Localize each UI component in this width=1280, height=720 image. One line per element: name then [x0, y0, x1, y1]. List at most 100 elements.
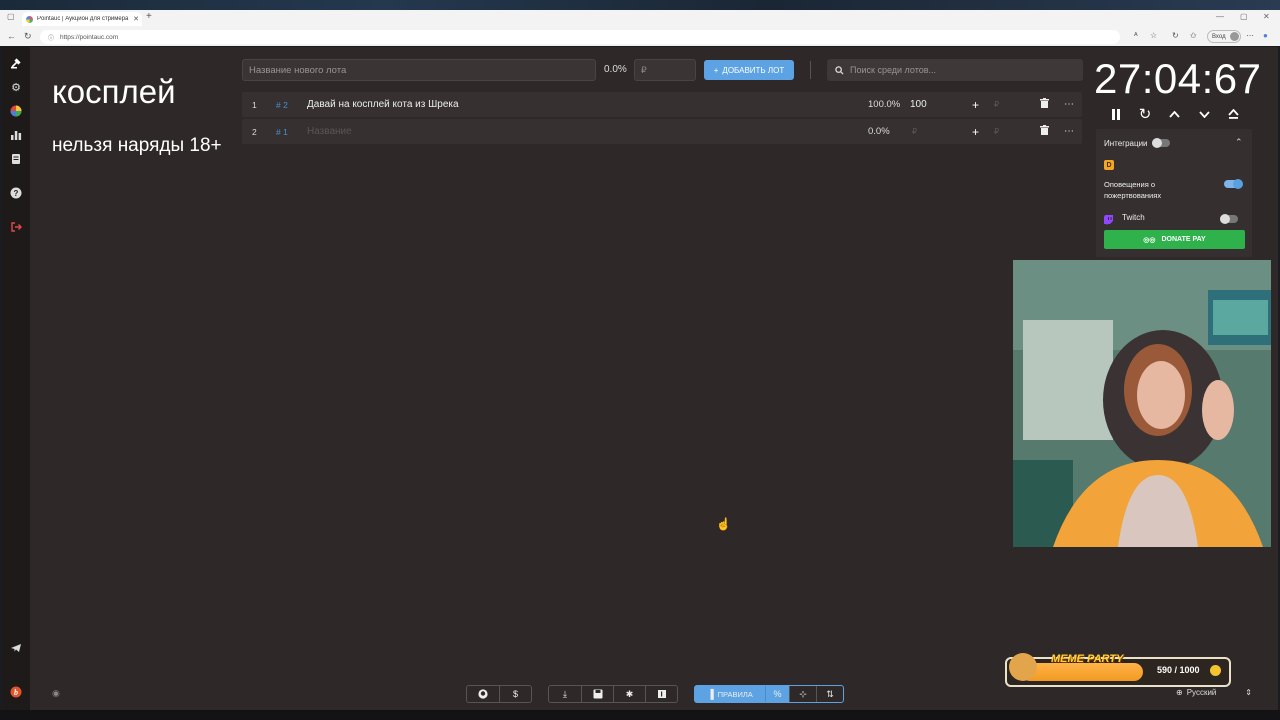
svg-text:b: b [14, 688, 18, 697]
plus-icon: + [713, 65, 719, 75]
history-icon [12, 154, 20, 164]
lot-extra-amount-input[interactable]: ₽ [994, 100, 999, 109]
telegram-icon [11, 644, 21, 652]
sidebar-item-telegram[interactable] [2, 639, 30, 657]
translate-icon[interactable]: ᴬ [1134, 31, 1138, 40]
address-bar[interactable]: ⓘ https://pointauc.com [40, 30, 1120, 44]
lot-amount[interactable]: 100 [910, 99, 927, 110]
twitch-label: Twitch [1122, 213, 1145, 222]
back-icon[interactable]: ← [7, 31, 16, 41]
lot-name-input[interactable]: Название [307, 126, 352, 137]
close-window-icon[interactable]: ✕ [1263, 12, 1270, 21]
lot-id[interactable]: # 1 [276, 127, 288, 137]
donatepay-logo-icon: ◎◎ [1143, 236, 1156, 244]
meme-party-label: MEME PARTY [1051, 653, 1124, 665]
percent-toggle-button[interactable]: % [765, 686, 789, 702]
donation-notify-toggle[interactable] [1224, 179, 1243, 189]
auction-icon [11, 58, 21, 69]
donate-button[interactable]: $ [499, 686, 531, 702]
browser-tab-title: Pointauc | Аукцион для стримера [37, 16, 129, 22]
footer-view-group: ▐ ПРАВИЛА % ⊹ ⇅ [694, 685, 844, 703]
globe-icon: ⊕ [1176, 687, 1183, 697]
integrations-toggle[interactable] [1152, 138, 1170, 148]
site-info-icon[interactable]: ⓘ [48, 33, 54, 42]
eye-icon[interactable]: ◉ [52, 688, 60, 699]
refresh-page-icon[interactable]: ↻ [1172, 31, 1179, 40]
language-select[interactable]: ⊕ Русский ⇕ [1172, 683, 1260, 701]
language-value: Русский [1186, 687, 1217, 697]
sort-button[interactable]: ⇅ [816, 686, 843, 702]
save-button[interactable] [581, 686, 613, 702]
new-lot-amount-input[interactable]: ₽ [634, 59, 696, 81]
pause-icon [1112, 108, 1120, 120]
pause-button[interactable] [1107, 105, 1125, 123]
compress-icon: ⊹ [799, 688, 807, 699]
add-lot-button[interactable]: + ДОБАВИТЬ ЛОТ [704, 60, 794, 80]
profile-button[interactable]: Вход [1207, 30, 1241, 43]
lot-amount-input[interactable]: ₽ [912, 127, 917, 136]
sidebar-item-stats[interactable] [2, 126, 30, 144]
sidebar-item-auction[interactable] [2, 54, 30, 72]
tab-actions-icon[interactable]: ▢ [7, 12, 15, 21]
browser-tab[interactable]: Pointauc | Аукцион для стримера ✕ [22, 12, 142, 26]
rules-label: ПРАВИЛА [717, 689, 753, 699]
copilot-icon[interactable]: ● [1263, 31, 1268, 40]
minimize-icon[interactable]: — [1216, 12, 1224, 21]
lot-percent: 100.0% [868, 99, 901, 110]
report-bug-button[interactable]: ✱ [613, 686, 645, 702]
subtract-time-button[interactable] [1195, 105, 1213, 123]
collapse-integrations-icon[interactable]: ⌃ [1235, 137, 1243, 148]
new-tab-icon[interactable]: + [146, 11, 152, 22]
favorite-star-icon[interactable]: ☆ [1150, 31, 1157, 40]
more-menu-icon[interactable]: ⋯ [1246, 31, 1254, 40]
mouse-cursor-icon: ☝ [716, 517, 731, 531]
close-tab-icon[interactable]: ✕ [133, 15, 139, 23]
lot-percent: 0.0% [868, 126, 890, 137]
coin-icon [1210, 665, 1221, 676]
lot-more-icon[interactable]: ⋯ [1064, 99, 1074, 110]
lot-extra-amount-input[interactable]: ₽ [994, 127, 999, 136]
twitch-toggle[interactable] [1220, 214, 1238, 224]
download-button[interactable]: ⤓ [549, 686, 581, 702]
clear-lots-button[interactable] [645, 686, 677, 702]
browser-tab-row: ▢ Pointauc | Аукцион для стримера ✕ + — … [0, 10, 1280, 26]
sidebar-item-settings[interactable]: ⚙ [2, 78, 30, 96]
bug-icon: ✱ [625, 688, 634, 699]
auction-subtitle: нельзя наряды 18+ [52, 135, 222, 156]
donate-pay-button[interactable]: ◎◎ DONATE PAY [1104, 230, 1245, 249]
new-lot-name-input[interactable]: Название нового лота [242, 59, 596, 81]
webcam-overlay [1013, 260, 1271, 547]
sidebar-item-logout[interactable] [2, 218, 30, 236]
sidebar-item-history[interactable] [2, 150, 30, 168]
integrations-panel: Интеграции ⌃ D Оповещения о пожертвовани… [1096, 129, 1252, 257]
search-placeholder: Поиск среди лотов... [850, 65, 937, 75]
select-arrows-icon: ⇕ [1245, 687, 1252, 697]
lot-row[interactable]: 2 # 1 Название 0.0% ₽ + ₽ ⋯ [242, 119, 1082, 144]
rules-button[interactable]: ▐ ПРАВИЛА [695, 686, 765, 702]
lot-id[interactable]: # 2 [276, 100, 288, 110]
maximize-icon[interactable]: ▢ [1240, 12, 1248, 21]
lot-more-icon[interactable]: ⋯ [1064, 126, 1074, 137]
delete-lot-icon[interactable] [1040, 98, 1049, 111]
donation-notify-label: Оповещения о пожертвованиях [1104, 180, 1162, 200]
lot-search-input[interactable]: Поиск среди лотов... [827, 59, 1083, 81]
sidebar-item-help[interactable]: ? [2, 184, 30, 202]
add-amount-icon[interactable]: + [972, 98, 979, 112]
add-time-button[interactable] [1165, 105, 1183, 123]
reload-icon[interactable]: ↻ [24, 31, 32, 42]
save-icon [593, 689, 602, 699]
lot-name[interactable]: Давай на косплей кота из Шрека [307, 99, 459, 110]
delete-lot-icon[interactable] [1040, 125, 1049, 138]
github-button[interactable] [467, 686, 499, 702]
stats-icon [11, 131, 22, 140]
collections-icon[interactable]: ✩ [1190, 31, 1197, 40]
auction-title: косплей [52, 73, 176, 110]
double-time-button[interactable] [1224, 105, 1242, 123]
sidebar-item-wheel[interactable] [2, 102, 30, 120]
add-amount-icon[interactable]: + [972, 125, 979, 139]
compact-view-button[interactable]: ⊹ [789, 686, 816, 702]
reset-timer-button[interactable]: ↻ [1136, 105, 1154, 123]
sidebar-item-brand[interactable]: b [2, 683, 30, 701]
footer-file-group: ⤓ ✱ [548, 685, 678, 703]
lot-row[interactable]: 1 # 2 Давай на косплей кота из Шрека 100… [242, 92, 1082, 117]
